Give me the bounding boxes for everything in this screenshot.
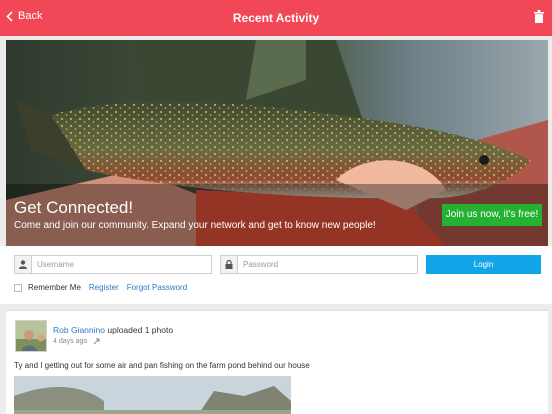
remember-label: Remember Me xyxy=(28,283,81,292)
post-header: Rob Giannino uploaded 1 photo xyxy=(53,325,173,335)
login-panel: Login Remember Me Register Forgot Passwo… xyxy=(0,246,552,304)
activity-post: Rob Giannino uploaded 1 photo 4 days ago… xyxy=(6,310,548,414)
page-title: Recent Activity xyxy=(232,11,320,25)
remember-row: Remember Me Register Forgot Password xyxy=(14,283,187,292)
post-meta: 4 days ago xyxy=(53,338,100,345)
password-input[interactable] xyxy=(238,256,417,273)
remember-checkbox[interactable] xyxy=(14,283,22,292)
hero-banner: Get Connected! Come and join our communi… xyxy=(6,40,548,246)
author-link[interactable]: Rob Giannino xyxy=(53,325,105,335)
login-button[interactable]: Login xyxy=(426,255,541,274)
join-button[interactable]: Join us now, it's free! xyxy=(442,204,542,226)
register-link[interactable]: Register xyxy=(89,283,119,292)
hero-heading: Get Connected! xyxy=(14,198,134,217)
top-bar: Back Recent Activity xyxy=(0,0,552,36)
user-icon xyxy=(15,256,32,273)
forgot-password-link[interactable]: Forgot Password xyxy=(127,283,187,292)
avatar[interactable] xyxy=(15,320,47,352)
hero-subtext: Come and join our community. Expand your… xyxy=(14,220,376,231)
link-icon[interactable] xyxy=(93,338,100,345)
post-photo[interactable] xyxy=(14,376,291,414)
username-input[interactable] xyxy=(32,256,211,273)
post-text: Ty and I getting out for some air and pa… xyxy=(14,361,310,370)
password-field[interactable] xyxy=(220,255,418,274)
post-action: uploaded 1 photo xyxy=(107,325,174,335)
post-time: 4 days ago xyxy=(53,338,88,345)
lock-icon xyxy=(221,256,238,273)
trash-icon[interactable] xyxy=(534,10,544,23)
username-field[interactable] xyxy=(14,255,212,274)
